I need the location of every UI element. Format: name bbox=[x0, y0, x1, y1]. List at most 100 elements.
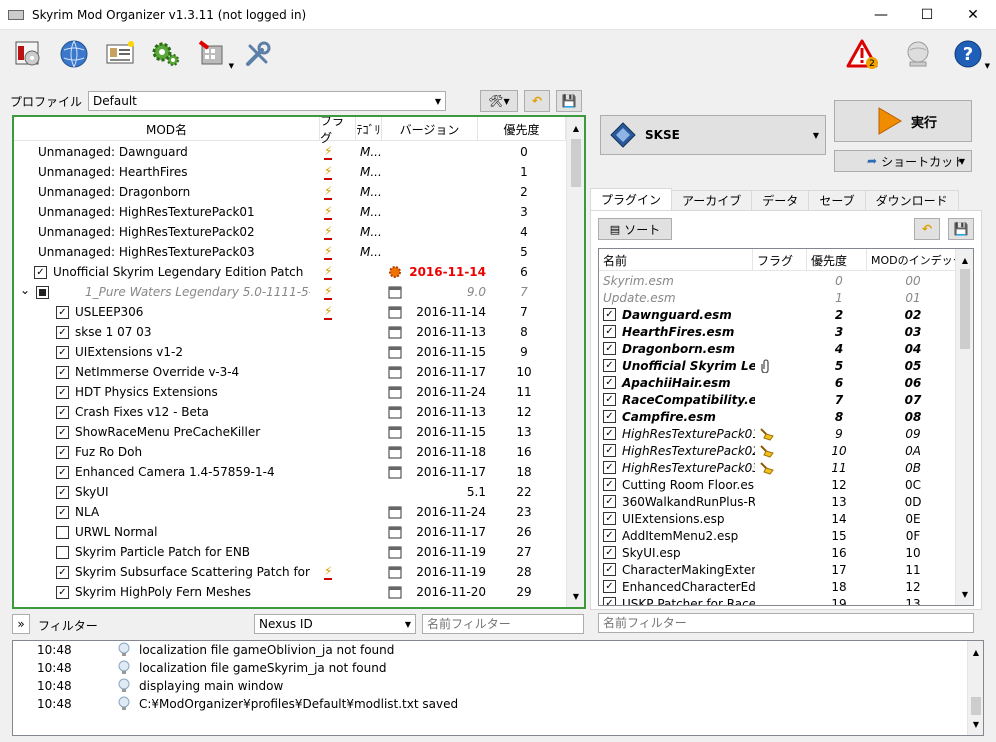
tools-button[interactable]: ▼ bbox=[194, 36, 234, 72]
plugin-row[interactable]: Skyrim.esm 0 00 bbox=[599, 272, 957, 289]
mod-name-filter-input[interactable] bbox=[422, 614, 584, 634]
plugin-checkbox[interactable]: ✓ bbox=[603, 325, 616, 338]
plugin-row[interactable]: ✓ Unofficial Skyrim Leg... 5 05 bbox=[599, 357, 957, 374]
mod-row[interactable]: Unmanaged: HighResTexturePack02 ⚡ M... 4 bbox=[14, 222, 566, 242]
mod-checkbox[interactable]: ✓ bbox=[56, 465, 69, 479]
tab-plugins[interactable]: プラグイン bbox=[590, 188, 673, 210]
plugin-row[interactable]: ✓ UIExtensions.esp 14 0E bbox=[599, 510, 957, 527]
scroll-thumb[interactable] bbox=[571, 139, 581, 187]
tab-archives[interactable]: アーカイブ bbox=[671, 190, 753, 210]
plugin-restore-button[interactable]: ↶ bbox=[914, 218, 940, 240]
mod-row[interactable]: ✓ USLEEP306 ⚡ 2016-11-14 7 bbox=[14, 302, 566, 322]
mod-list-scrollbar[interactable]: ▲ ▼ bbox=[566, 117, 584, 607]
scroll-down-icon[interactable]: ▼ bbox=[956, 585, 973, 603]
mod-row[interactable]: Unmanaged: Dragonborn ⚡ M... 2 bbox=[14, 182, 566, 202]
mod-row[interactable]: ✓ UIExtensions v1-2 2016-11-15 9 bbox=[14, 342, 566, 362]
mod-row[interactable]: ✓ NetImmerse Override v-3-4 2016-11-17 10 bbox=[14, 362, 566, 382]
plugin-row[interactable]: Update.esm 1 01 bbox=[599, 289, 957, 306]
mod-checkbox[interactable]: ✓ bbox=[56, 405, 69, 419]
mod-checkbox[interactable]: ✓ bbox=[56, 505, 69, 519]
plugin-checkbox[interactable]: ✓ bbox=[603, 359, 616, 372]
mod-checkbox[interactable]: ✓ bbox=[56, 385, 69, 399]
plugin-row[interactable]: ✓ SkyUI.esp 16 10 bbox=[599, 544, 957, 561]
executable-select[interactable]: SKSE ▼ bbox=[600, 115, 826, 155]
plugin-checkbox[interactable]: ✓ bbox=[603, 529, 616, 542]
scroll-up-icon[interactable]: ▲ bbox=[968, 643, 984, 661]
plugin-row[interactable]: ✓ ApachiiHair.esm 6 06 bbox=[599, 374, 957, 391]
mod-checkbox[interactable]: ✓ bbox=[56, 345, 69, 359]
mod-checkbox[interactable]: ✓ bbox=[56, 305, 69, 319]
shortcut-button[interactable]: ➦ ショートカット ▼ bbox=[834, 150, 972, 172]
mod-row[interactable]: ✓ Crash Fixes v12 - Beta 2016-11-13 12 bbox=[14, 402, 566, 422]
endorse-button[interactable] bbox=[900, 36, 936, 72]
plugin-name-filter-input[interactable] bbox=[598, 613, 974, 633]
plugin-checkbox[interactable]: ✓ bbox=[603, 597, 616, 605]
run-button[interactable]: 実行 bbox=[834, 100, 972, 142]
mod-row[interactable]: ✓ Fuz Ro Doh 2016-11-18 16 bbox=[14, 442, 566, 462]
mod-row[interactable]: ✓ skse 1 07 03 2016-11-13 8 bbox=[14, 322, 566, 342]
mod-row[interactable]: ✓ HDT Physics Extensions 2016-11-24 11 bbox=[14, 382, 566, 402]
plugin-row[interactable]: ✓ Dawnguard.esm 2 02 bbox=[599, 306, 957, 323]
plugin-checkbox[interactable]: ✓ bbox=[603, 563, 616, 576]
column-version[interactable]: バージョン bbox=[382, 117, 478, 141]
sort-button[interactable]: ▤ ソート bbox=[598, 218, 672, 240]
minimize-button[interactable]: — bbox=[858, 0, 904, 30]
scroll-down-icon[interactable]: ▼ bbox=[567, 587, 584, 605]
mod-checkbox[interactable]: ✓ bbox=[56, 585, 69, 599]
plugin-checkbox[interactable]: ✓ bbox=[603, 461, 616, 474]
plugin-row[interactable]: ✓ USKP Patcher for Race... 19 13 bbox=[599, 595, 957, 605]
plugin-row[interactable]: ✓ HighResTexturePack02... 10 0A bbox=[599, 442, 957, 459]
column-category[interactable]: ﾃｺﾞﾘ bbox=[356, 117, 382, 141]
mod-checkbox[interactable]: ✓ bbox=[56, 365, 69, 379]
plugin-checkbox[interactable]: ✓ bbox=[603, 427, 616, 440]
restore-backup-button[interactable]: ↶ bbox=[524, 90, 550, 112]
mod-row[interactable]: Unmanaged: HearthFires ⚡ M... 1 bbox=[14, 162, 566, 182]
scroll-up-icon[interactable]: ▲ bbox=[956, 251, 973, 269]
scroll-thumb[interactable] bbox=[960, 269, 970, 349]
scroll-up-icon[interactable]: ▲ bbox=[567, 119, 584, 137]
plugin-row[interactable]: ✓ CharacterMakingExten... 17 11 bbox=[599, 561, 957, 578]
mod-row[interactable]: ✓ NLA 2016-11-24 23 bbox=[14, 502, 566, 522]
plugin-checkbox[interactable]: ✓ bbox=[603, 376, 616, 389]
column-plugin-priority[interactable]: 優先度 bbox=[807, 249, 867, 271]
mod-row[interactable]: ✓ Skyrim HighPoly Fern Meshes 2016-11-20 29 bbox=[14, 582, 566, 602]
help-button[interactable]: ? ▼ bbox=[950, 36, 990, 72]
expand-group-icon[interactable]: ⌄ bbox=[20, 283, 30, 297]
column-priority[interactable]: 優先度 bbox=[478, 117, 566, 141]
plugin-checkbox[interactable]: ✓ bbox=[603, 495, 616, 508]
column-plugin-name[interactable]: 名前 bbox=[599, 249, 753, 271]
mod-checkbox[interactable]: ✓ bbox=[56, 325, 69, 339]
plugin-checkbox[interactable]: ✓ bbox=[603, 444, 616, 457]
plugin-checkbox[interactable]: ✓ bbox=[603, 393, 616, 406]
group-by-select[interactable]: Nexus ID ▼ bbox=[254, 614, 416, 634]
mod-row[interactable]: Unmanaged: HighResTexturePack03 ⚡ M... 5 bbox=[14, 242, 566, 262]
log-scrollbar[interactable]: ▲ ▼ bbox=[967, 641, 983, 735]
mod-list[interactable]: MOD名 フラグ ﾃｺﾞﾘ バージョン 優先度 Unmanaged: Dawng… bbox=[12, 115, 586, 609]
plugin-checkbox[interactable]: ✓ bbox=[603, 308, 616, 321]
create-backup-button[interactable]: 💾 bbox=[556, 90, 582, 112]
mod-row[interactable]: Unmanaged: Dawnguard ⚡ M... 0 bbox=[14, 142, 566, 162]
mod-checkbox[interactable]: ✓ bbox=[56, 445, 69, 459]
plugin-checkbox[interactable]: ✓ bbox=[603, 410, 616, 423]
plugin-row[interactable]: ✓ Dragonborn.esm 4 04 bbox=[599, 340, 957, 357]
mod-row[interactable]: ✓ ShowRaceMenu PreCacheKiller 2016-11-15 13 bbox=[14, 422, 566, 442]
plugin-checkbox[interactable]: ✓ bbox=[603, 342, 616, 355]
plugin-list-scrollbar[interactable]: ▲ ▼ bbox=[955, 249, 973, 605]
mod-actions-button[interactable]: 🛠 ▼ bbox=[480, 90, 518, 112]
mod-row[interactable]: Unmanaged: HighResTexturePack01 ⚡ M... 3 bbox=[14, 202, 566, 222]
column-flags[interactable]: フラグ bbox=[320, 117, 356, 145]
plugin-row[interactable]: ✓ Campfire.esm 8 08 bbox=[599, 408, 957, 425]
problems-button[interactable]: 2 bbox=[844, 36, 880, 72]
plugin-checkbox[interactable]: ✓ bbox=[603, 512, 616, 525]
nexus-button[interactable] bbox=[56, 36, 92, 72]
plugin-row[interactable]: ✓ RaceCompatibility.esm 7 07 bbox=[599, 391, 957, 408]
scroll-down-icon[interactable]: ▼ bbox=[968, 715, 984, 733]
maximize-button[interactable]: ☐ bbox=[904, 0, 950, 30]
tab-data[interactable]: データ bbox=[751, 190, 810, 210]
mod-checkbox[interactable]: ✓ bbox=[56, 425, 69, 439]
mod-row[interactable]: ✓ Skyrim Subsurface Scattering Patch for … bbox=[14, 562, 566, 582]
mod-row[interactable]: Skyrim Particle Patch for ENB 2016-11-19 2… bbox=[14, 542, 566, 562]
column-mod-index[interactable]: MODのインデックス bbox=[867, 249, 957, 271]
plugin-row[interactable]: ✓ HighResTexturePack01... 9 09 bbox=[599, 425, 957, 442]
column-mod-name[interactable]: MOD名 bbox=[14, 117, 320, 141]
